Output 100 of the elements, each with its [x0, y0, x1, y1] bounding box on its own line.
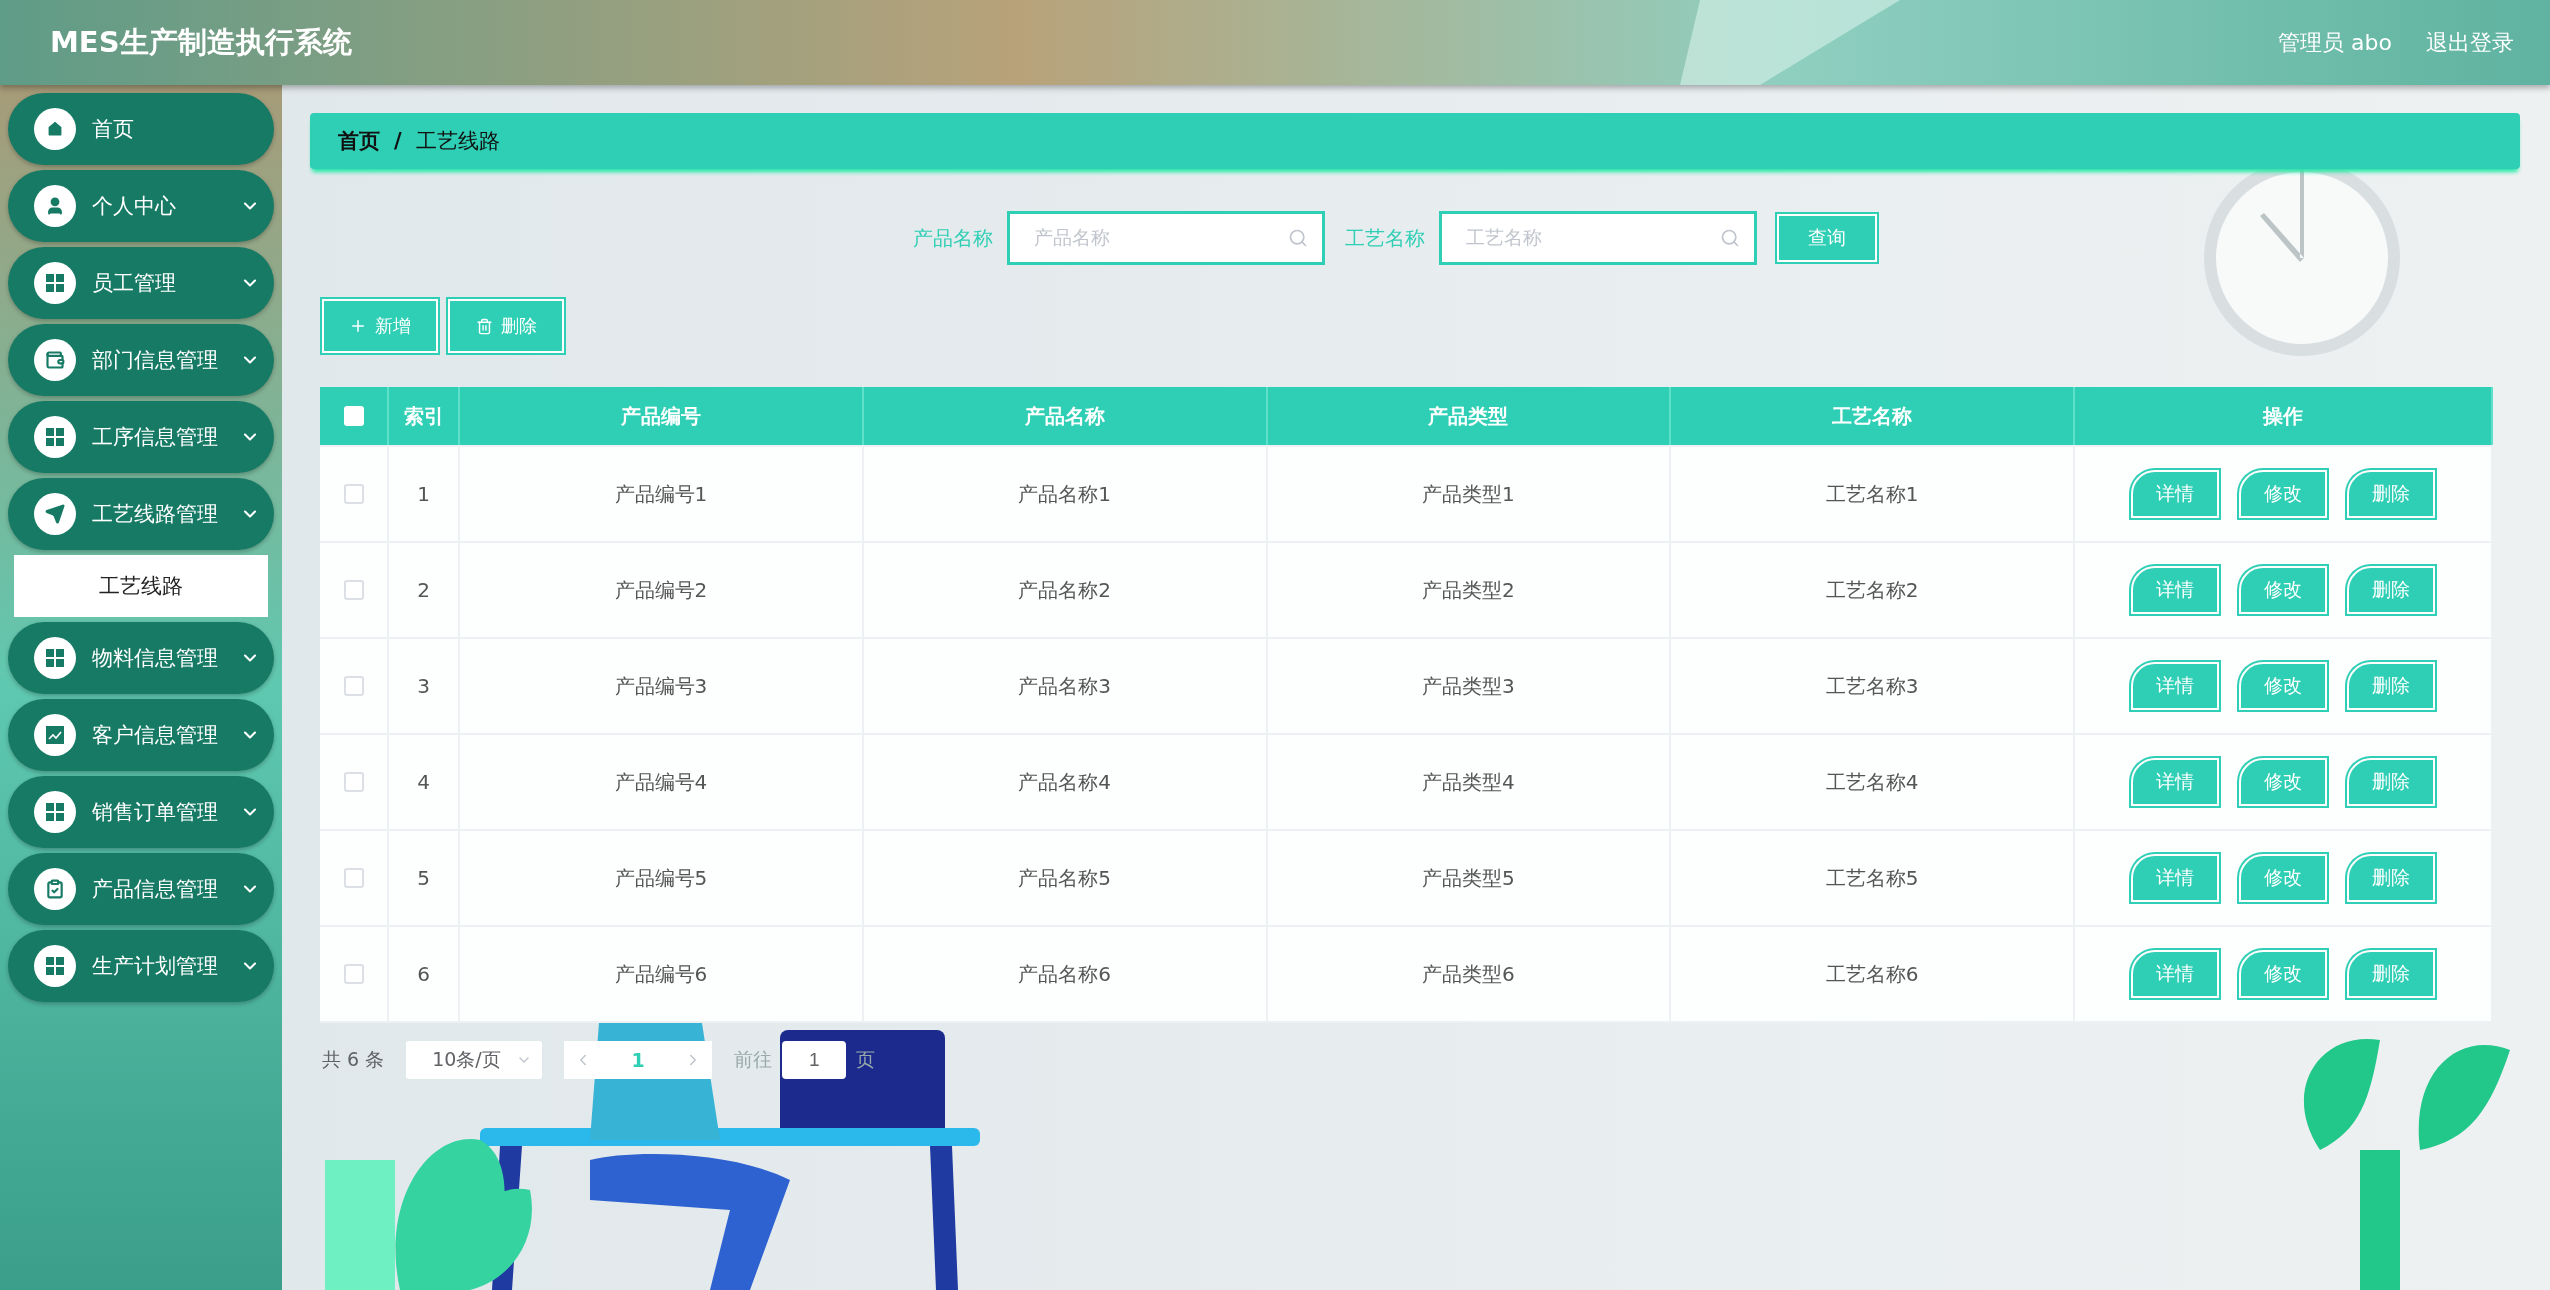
row-action-button[interactable]: 修改 — [2239, 758, 2327, 806]
table-cell: 产品编号3 — [460, 639, 864, 733]
row-action-button[interactable]: 修改 — [2239, 950, 2327, 998]
sidebar-item[interactable]: 产品信息管理 — [8, 853, 274, 925]
sidebar-item[interactable]: 部门信息管理 — [8, 324, 274, 396]
row-checkbox[interactable] — [343, 964, 364, 984]
table-cell: 6 — [389, 927, 460, 1021]
table-cell: 产品编号5 — [460, 831, 864, 925]
app-title: MES生产制造执行系统 — [50, 23, 353, 61]
row-action-button[interactable]: 修改 — [2239, 662, 2327, 710]
sidebar-item[interactable]: 员工管理 — [8, 247, 274, 319]
column-header: 产品编号 — [460, 387, 864, 445]
row-checkbox[interactable] — [343, 868, 364, 888]
sidebar-item[interactable]: 生产计划管理 — [8, 930, 274, 1002]
row-action-button[interactable]: 删除 — [2347, 854, 2435, 902]
clipboard-icon — [45, 879, 65, 899]
row-checkbox[interactable] — [343, 676, 364, 696]
table-cell: 产品类型6 — [1267, 927, 1672, 1021]
table-cell: 产品类型4 — [1267, 735, 1672, 829]
user-name: 管理员 abo — [2278, 28, 2392, 57]
select-all-checkbox[interactable] — [343, 406, 364, 426]
table-cell: 产品类型2 — [1267, 543, 1672, 637]
goto-label: 前往 — [734, 1047, 773, 1072]
home-icon — [45, 119, 65, 139]
row-action-button[interactable]: 删除 — [2347, 950, 2435, 998]
search-icon — [1720, 228, 1740, 248]
table-cell: 产品编号6 — [460, 927, 864, 1021]
search-icon — [1288, 228, 1308, 248]
table-cell: 产品名称6 — [863, 927, 1268, 1021]
table-cell: 2 — [389, 543, 460, 637]
sidebar-item[interactable]: 个人中心 — [8, 170, 274, 242]
table-cell: 工艺名称6 — [1671, 927, 2075, 1021]
sidebar-item[interactable]: 客户信息管理 — [8, 699, 274, 771]
column-header: 工艺名称 — [1671, 387, 2075, 445]
delete-button[interactable]: 删除 — [448, 299, 564, 353]
row-action-button[interactable]: 删除 — [2347, 662, 2435, 710]
table-cell: 工艺名称2 — [1671, 543, 2075, 637]
table-cell: 产品名称1 — [863, 447, 1268, 541]
row-action-button[interactable]: 删除 — [2347, 566, 2435, 614]
row-action-button[interactable]: 详情 — [2131, 950, 2219, 998]
breadcrumb-item[interactable]: 首页 — [338, 127, 380, 155]
table-cell: 3 — [389, 639, 460, 733]
sidebar-item[interactable]: 工艺线路管理 — [8, 478, 274, 550]
add-button[interactable]: 新增 — [322, 299, 438, 353]
search-input[interactable]: 工艺名称 — [1464, 226, 1720, 250]
logout-link[interactable]: 退出登录 — [2426, 27, 2514, 58]
trash-icon — [475, 317, 493, 335]
table-cell: 产品类型3 — [1267, 639, 1672, 733]
plus-icon — [349, 317, 367, 335]
sidebar-item[interactable]: 首页 — [8, 93, 274, 165]
search-field[interactable]: 产品名称 — [1007, 211, 1325, 265]
column-header: 操作 — [2075, 387, 2493, 445]
row-action-button[interactable]: 详情 — [2131, 758, 2219, 806]
table-cell: 工艺名称3 — [1671, 639, 2075, 733]
row-action-button[interactable]: 修改 — [2239, 854, 2327, 902]
row-checkbox[interactable] — [343, 772, 364, 792]
grid-icon — [45, 648, 65, 668]
row-action-button[interactable]: 删除 — [2347, 470, 2435, 518]
page-unit: 页 — [856, 1047, 876, 1072]
table-cell: 产品类型1 — [1267, 447, 1672, 541]
table-cell: 5 — [389, 831, 460, 925]
page-number[interactable]: 1 — [631, 1049, 645, 1071]
sidebar-item[interactable]: 销售订单管理 — [8, 776, 274, 848]
table-cell: 工艺名称1 — [1671, 447, 2075, 541]
row-action-button[interactable]: 修改 — [2239, 566, 2327, 614]
row-action-button[interactable]: 修改 — [2239, 470, 2327, 518]
table-cell: 产品类型5 — [1267, 831, 1672, 925]
row-checkbox[interactable] — [343, 484, 364, 504]
field-label: 产品名称 — [913, 224, 993, 252]
search-field[interactable]: 工艺名称 — [1439, 211, 1757, 265]
submenu-item[interactable]: 工艺线路 — [14, 555, 268, 617]
grid-icon — [45, 956, 65, 976]
search-input[interactable]: 产品名称 — [1032, 226, 1288, 250]
table-cell: 工艺名称4 — [1671, 735, 2075, 829]
breadcrumb-item[interactable]: 工艺线路 — [415, 127, 500, 155]
sidebar-item[interactable]: 物料信息管理 — [8, 622, 274, 694]
row-action-button[interactable]: 详情 — [2131, 662, 2219, 710]
page-size-select[interactable]: 10条/页 — [406, 1041, 543, 1079]
goto-page-input[interactable]: 1 — [782, 1041, 847, 1079]
row-action-button[interactable]: 详情 — [2131, 470, 2219, 518]
grid-icon — [45, 427, 65, 447]
query-button[interactable]: 查询 — [1777, 214, 1877, 262]
table-cell: 产品名称3 — [863, 639, 1268, 733]
user-icon — [45, 196, 65, 216]
table-cell: 4 — [389, 735, 460, 829]
column-header: 索引 — [389, 387, 460, 445]
row-action-button[interactable]: 详情 — [2131, 566, 2219, 614]
total-count: 共 6 条 — [322, 1047, 385, 1072]
paper-plane-icon — [45, 504, 65, 524]
row-action-button[interactable]: 详情 — [2131, 854, 2219, 902]
column-header: 产品名称 — [863, 387, 1268, 445]
sidebar-item[interactable]: 工序信息管理 — [8, 401, 274, 473]
table-cell: 产品编号4 — [460, 735, 864, 829]
wallet-icon — [45, 350, 65, 370]
table-cell: 产品名称2 — [863, 543, 1268, 637]
row-action-button[interactable]: 删除 — [2347, 758, 2435, 806]
table-cell: 工艺名称5 — [1671, 831, 2075, 925]
chart-icon — [45, 725, 65, 745]
row-checkbox[interactable] — [343, 580, 364, 600]
field-label: 工艺名称 — [1345, 224, 1425, 252]
